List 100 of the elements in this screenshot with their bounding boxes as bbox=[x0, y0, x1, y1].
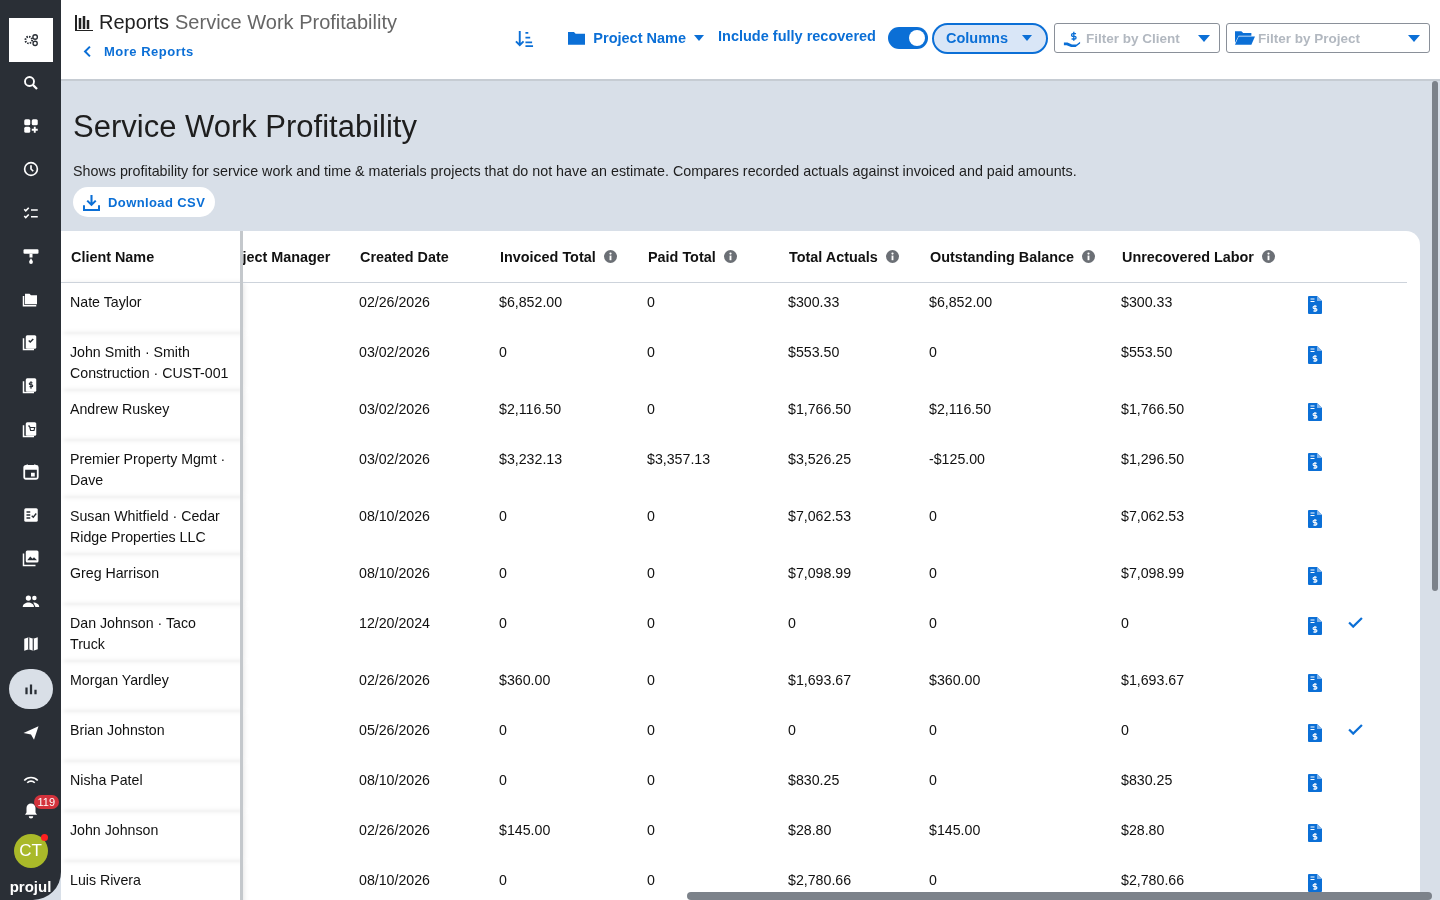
table-cell: 0 bbox=[499, 615, 507, 631]
column-header: Created Date bbox=[360, 248, 449, 265]
table-cell: $1,296.50 bbox=[1121, 451, 1185, 467]
group-by-dropdown[interactable]: Project Name bbox=[568, 30, 704, 46]
table-cell: $7,098.99 bbox=[1121, 565, 1185, 581]
table-cell: $1,693.67 bbox=[1121, 672, 1185, 688]
column-header: Invoiced Total bbox=[500, 248, 596, 265]
table-cell: 0 bbox=[647, 722, 655, 738]
column-header: Total Actuals bbox=[789, 248, 878, 265]
column-header: Unrecovered Labor bbox=[1122, 248, 1254, 265]
column-header: ject Manager bbox=[242, 248, 331, 265]
folder-icon bbox=[568, 31, 586, 45]
project-filter-field[interactable]: Filter by Project bbox=[1226, 23, 1430, 53]
table-cell: $553.50 bbox=[1121, 344, 1173, 360]
table-cell: $2,780.66 bbox=[1121, 872, 1185, 888]
table-cell: 08/10/2026 bbox=[359, 508, 430, 524]
table-cell: 0 bbox=[929, 565, 937, 581]
client-name-cell: Greg Harrison bbox=[70, 565, 160, 581]
table-cell: $553.50 bbox=[788, 344, 840, 360]
table-cell: 0 bbox=[499, 565, 507, 581]
invoice-document-icon[interactable] bbox=[1308, 617, 1322, 635]
table-cell: 03/02/2026 bbox=[359, 451, 430, 467]
client-name-cell: John Johnson bbox=[70, 822, 159, 838]
table-cell: $830.25 bbox=[788, 772, 840, 788]
client-name-cell: Morgan Yardley bbox=[70, 672, 169, 688]
invoice-document-icon[interactable] bbox=[1308, 824, 1322, 842]
table-cell: $28.80 bbox=[1121, 822, 1165, 838]
sort-icon[interactable] bbox=[515, 28, 535, 48]
info-icon[interactable] bbox=[723, 250, 737, 263]
invoice-document-icon[interactable] bbox=[1308, 510, 1322, 528]
chevron-left-icon bbox=[83, 45, 92, 58]
info-icon[interactable] bbox=[1081, 250, 1095, 263]
info-icon[interactable] bbox=[885, 250, 899, 263]
invoice-document-icon[interactable] bbox=[1308, 403, 1322, 421]
table-cell: 0 bbox=[647, 401, 655, 417]
toggle-label: Include fully recovered bbox=[718, 28, 876, 44]
settings-icon[interactable] bbox=[8, 18, 53, 62]
table-cell: $3,232.13 bbox=[499, 451, 563, 467]
column-header: Paid Total bbox=[648, 248, 716, 265]
client-name-cell: Dan Johnson · Taco Truck bbox=[70, 615, 196, 652]
more-reports-link[interactable]: More Reports bbox=[83, 44, 397, 59]
invoice-document-icon[interactable] bbox=[1308, 674, 1322, 692]
bar-chart-icon[interactable] bbox=[8, 668, 53, 709]
table-cell: 0 bbox=[499, 508, 507, 524]
invoice-document-icon[interactable] bbox=[1308, 774, 1322, 792]
table-cell: $7,062.53 bbox=[1121, 508, 1185, 524]
invoice-document-icon[interactable] bbox=[1308, 567, 1322, 585]
table-cell: 0 bbox=[929, 508, 937, 524]
client-name-cell: Susan Whitfield · Cedar Ridge Properties LLC bbox=[70, 508, 220, 545]
invoice-document-icon[interactable] bbox=[1308, 874, 1322, 892]
invoice-document-icon[interactable] bbox=[1308, 453, 1322, 471]
table-cell: 0 bbox=[499, 772, 507, 788]
column-header: Outstanding Balance bbox=[930, 248, 1074, 265]
caret-icon[interactable] bbox=[1198, 35, 1210, 42]
table-cell: 0 bbox=[647, 294, 655, 310]
table-cell: 02/26/2026 bbox=[359, 672, 430, 688]
table-cell: $1,766.50 bbox=[1121, 401, 1185, 417]
invoice-document-icon[interactable] bbox=[1308, 296, 1322, 314]
table-cell: $2,116.50 bbox=[499, 401, 562, 417]
info-icon[interactable] bbox=[1261, 250, 1275, 263]
client-filter-field[interactable]: Filter by Client bbox=[1054, 23, 1220, 53]
table-cell: $28.80 bbox=[788, 822, 832, 838]
client-name-cell: Nisha Patel bbox=[70, 772, 143, 788]
toggle-switch[interactable] bbox=[887, 27, 928, 49]
vertical-scrollbar[interactable] bbox=[1432, 81, 1438, 591]
table-cell: 0 bbox=[929, 722, 937, 738]
client-name-cell: Luis Rivera bbox=[70, 872, 141, 888]
table-cell: 0 bbox=[647, 672, 655, 688]
table-cell: $2,116.50 bbox=[929, 401, 992, 417]
table-cell: $2,780.66 bbox=[788, 872, 852, 888]
table-cell: 0 bbox=[499, 344, 507, 360]
table-cell: $1,766.50 bbox=[788, 401, 852, 417]
table-cell: 08/10/2026 bbox=[359, 565, 430, 581]
table-cell: 0 bbox=[647, 872, 655, 888]
table-cell: $6,852.00 bbox=[929, 294, 993, 310]
columns-button[interactable]: Columns bbox=[931, 22, 1048, 54]
invoice-document-icon[interactable] bbox=[1308, 346, 1322, 364]
horizontal-scrollbar[interactable] bbox=[687, 892, 1432, 900]
table-cell: 0 bbox=[788, 722, 796, 738]
table-cell: $7,098.99 bbox=[788, 565, 852, 581]
table-cell: 0 bbox=[929, 344, 937, 360]
caret-icon bbox=[1022, 35, 1032, 41]
client-name-cell: Andrew Ruskey bbox=[70, 401, 170, 417]
table-cell: 05/26/2026 bbox=[359, 722, 430, 738]
info-icon[interactable] bbox=[603, 250, 617, 263]
table-cell: 0 bbox=[929, 615, 937, 631]
table-cell: 0 bbox=[788, 615, 796, 631]
table-cell: $360.00 bbox=[499, 672, 551, 688]
download-csv-button[interactable]: Download CSV bbox=[73, 187, 216, 217]
table-cell: 0 bbox=[647, 615, 655, 631]
table-cell: 0 bbox=[1121, 615, 1129, 631]
invoice-document-icon[interactable] bbox=[1308, 724, 1322, 742]
logo: projul bbox=[9, 878, 52, 896]
table-cell: $300.33 bbox=[788, 294, 840, 310]
caret-icon[interactable] bbox=[1408, 35, 1420, 42]
table-cell: 08/10/2026 bbox=[359, 872, 430, 888]
table-cell: $360.00 bbox=[929, 672, 981, 688]
client-name-cell: Premier Property Mgmt · Dave bbox=[70, 451, 226, 488]
table-cell: 02/26/2026 bbox=[359, 294, 430, 310]
table-cell: 02/26/2026 bbox=[359, 822, 430, 838]
